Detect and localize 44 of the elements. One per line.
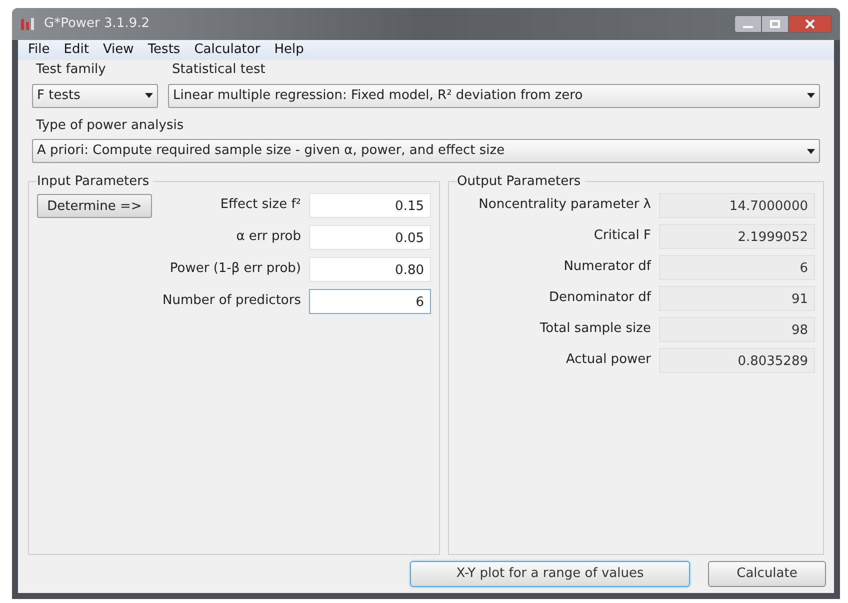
menu-item[interactable]: Calculator xyxy=(194,40,260,60)
menu-item[interactable]: Tests xyxy=(148,40,180,60)
field-label: Actual power xyxy=(566,351,651,370)
menu-item[interactable]: Edit xyxy=(64,40,89,60)
menu-item[interactable]: File xyxy=(28,40,50,60)
field-label: Power (1-β err prob) xyxy=(170,260,301,278)
power-analysis-dropdown[interactable]: A priori: Compute required sample size - given α, power, and effect size xyxy=(32,139,820,163)
maximize-button[interactable] xyxy=(762,15,788,33)
field-label: Number of predictors xyxy=(162,292,301,310)
close-icon xyxy=(805,19,815,29)
statistical-test-dropdown[interactable]: Linear multiple regression: Fixed model, R² deviation from zero xyxy=(168,84,820,108)
dropdown-arrow-icon xyxy=(145,93,153,98)
action-button[interactable]: Calculate xyxy=(708,561,826,587)
close-button[interactable] xyxy=(788,15,832,33)
input-field[interactable]: 0.80 xyxy=(309,256,431,282)
output-value: 2.1999052 xyxy=(659,224,815,248)
dropdown-arrow-icon xyxy=(807,93,815,98)
output-value: 91 xyxy=(659,286,815,310)
dropdown-arrow-icon xyxy=(807,148,815,154)
action-button[interactable]: X-Y plot for a range of values xyxy=(410,561,690,587)
field-label: Critical F xyxy=(594,227,651,246)
app-icon xyxy=(20,17,36,31)
field-label: Numerator df xyxy=(564,258,651,276)
window-title: G*Power 3.1.9.2 xyxy=(44,15,150,34)
field-label: Noncentrality parameter λ xyxy=(478,196,651,214)
field-label: α err prob xyxy=(236,228,301,246)
output-value: 98 xyxy=(659,316,815,342)
field-label: Effect size f² xyxy=(220,196,301,214)
output-value: 6 xyxy=(659,254,815,280)
menu-item[interactable]: View xyxy=(102,40,134,60)
power-analysis-label: Type of power analysis xyxy=(35,116,185,134)
determine-button[interactable]: Determine => xyxy=(37,194,152,218)
menu-item[interactable]: Help xyxy=(274,40,304,60)
output-value: 14.7000000 xyxy=(659,192,815,218)
test-family-label: Test family xyxy=(35,61,107,79)
minimize-button[interactable] xyxy=(734,15,762,33)
input-field[interactable]: 0.15 xyxy=(309,192,431,218)
input-field[interactable]: 0.05 xyxy=(309,224,431,250)
field-label: Denominator df xyxy=(548,289,651,308)
test-family-dropdown[interactable]: F tests xyxy=(32,84,158,108)
output-value: 0.8035289 xyxy=(659,348,815,372)
input-field[interactable]: 6 xyxy=(309,288,431,314)
statistical-test-label: Statistical test xyxy=(171,61,266,79)
field-label: Total sample size xyxy=(540,320,651,338)
